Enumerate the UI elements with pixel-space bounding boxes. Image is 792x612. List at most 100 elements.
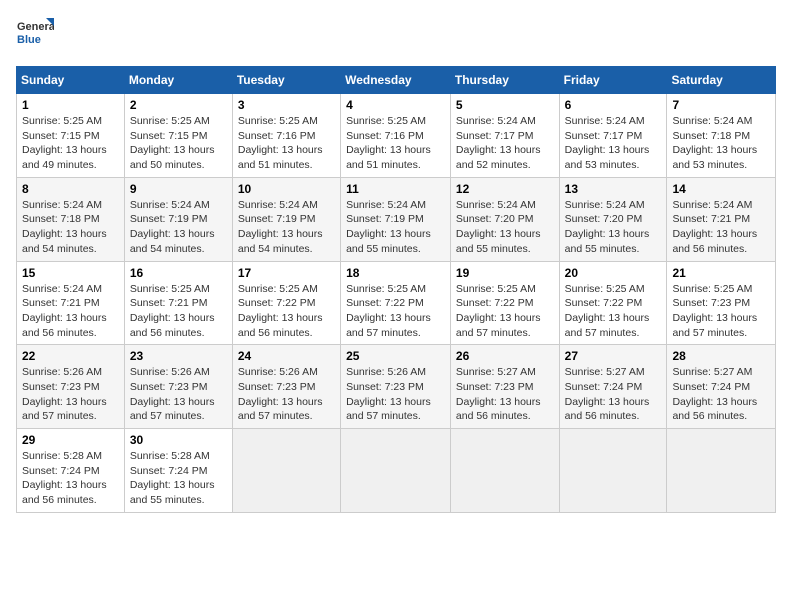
calendar-cell: 17 Sunrise: 5:25 AMSunset: 7:22 PMDayligh…	[232, 261, 340, 345]
day-info: Sunrise: 5:26 AMSunset: 7:23 PMDaylight:…	[22, 365, 119, 424]
calendar-cell: 12Sunrise: 5:24 AMSunset: 7:20 PMDayligh…	[450, 177, 559, 261]
weekday-header-monday: Monday	[124, 67, 232, 94]
calendar-week-row: 15 Sunrise: 5:24 AMSunset: 7:21 PMDayligh…	[17, 261, 776, 345]
day-info: Sunrise: 5:25 AMSunset: 7:16 PMDaylight:…	[238, 114, 335, 173]
day-number: 4	[346, 98, 445, 112]
logo-svg: General Blue	[16, 16, 54, 54]
day-info: Sunrise: 5:27 AMSunset: 7:23 PMDaylight:…	[456, 365, 554, 424]
day-number: 18	[346, 266, 445, 280]
calendar-cell: 16 Sunrise: 5:25 AMSunset: 7:21 PMDayligh…	[124, 261, 232, 345]
day-info: Sunrise: 5:24 AMSunset: 7:19 PMDaylight:…	[238, 198, 335, 257]
calendar-cell: 11 Sunrise: 5:24 AMSunset: 7:19 PMDayligh…	[341, 177, 451, 261]
weekday-header-wednesday: Wednesday	[341, 67, 451, 94]
day-info: Sunrise: 5:24 AMSunset: 7:20 PMDaylight:…	[565, 198, 662, 257]
day-info: Sunrise: 5:27 AMSunset: 7:24 PMDaylight:…	[672, 365, 770, 424]
weekday-header-friday: Friday	[559, 67, 667, 94]
day-info: Sunrise: 5:24 AMSunset: 7:17 PMDaylight:…	[456, 114, 554, 173]
day-number: 30	[130, 433, 227, 447]
day-number: 9	[130, 182, 227, 196]
calendar-cell: 4 Sunrise: 5:25 AMSunset: 7:16 PMDaylight…	[341, 94, 451, 178]
day-info: Sunrise: 5:25 AMSunset: 7:21 PMDaylight:…	[130, 282, 227, 341]
calendar-cell: 9 Sunrise: 5:24 AMSunset: 7:19 PMDaylight…	[124, 177, 232, 261]
calendar-cell: 26Sunrise: 5:27 AMSunset: 7:23 PMDayligh…	[450, 345, 559, 429]
logo: General Blue	[16, 16, 54, 54]
calendar-table: SundayMondayTuesdayWednesdayThursdayFrid…	[16, 66, 776, 513]
day-info: Sunrise: 5:24 AMSunset: 7:21 PMDaylight:…	[672, 198, 770, 257]
day-info: Sunrise: 5:27 AMSunset: 7:24 PMDaylight:…	[565, 365, 662, 424]
calendar-cell: 1 Sunrise: 5:25 AMSunset: 7:15 PMDaylight…	[17, 94, 125, 178]
calendar-cell	[232, 429, 340, 513]
calendar-cell: 10 Sunrise: 5:24 AMSunset: 7:19 PMDayligh…	[232, 177, 340, 261]
day-info: Sunrise: 5:24 AMSunset: 7:18 PMDaylight:…	[672, 114, 770, 173]
day-info: Sunrise: 5:25 AMSunset: 7:15 PMDaylight:…	[130, 114, 227, 173]
calendar-cell: 13 Sunrise: 5:24 AMSunset: 7:20 PMDayligh…	[559, 177, 667, 261]
svg-text:Blue: Blue	[17, 34, 41, 46]
day-info: Sunrise: 5:28 AMSunset: 7:24 PMDaylight:…	[130, 449, 227, 508]
day-number: 12	[456, 182, 554, 196]
weekday-header-tuesday: Tuesday	[232, 67, 340, 94]
svg-text:General: General	[17, 21, 54, 33]
day-number: 13	[565, 182, 662, 196]
day-number: 19	[456, 266, 554, 280]
calendar-week-row: 8 Sunrise: 5:24 AMSunset: 7:18 PMDaylight…	[17, 177, 776, 261]
day-info: Sunrise: 5:26 AMSunset: 7:23 PMDaylight:…	[346, 365, 445, 424]
day-info: Sunrise: 5:25 AMSunset: 7:22 PMDaylight:…	[346, 282, 445, 341]
day-info: Sunrise: 5:25 AMSunset: 7:23 PMDaylight:…	[672, 282, 770, 341]
page-header: General Blue	[16, 16, 776, 54]
day-info: Sunrise: 5:25 AMSunset: 7:22 PMDaylight:…	[238, 282, 335, 341]
calendar-cell: 25Sunrise: 5:26 AMSunset: 7:23 PMDayligh…	[341, 345, 451, 429]
calendar-week-row: 29 Sunrise: 5:28 AMSunset: 7:24 PMDayligh…	[17, 429, 776, 513]
calendar-cell: 21Sunrise: 5:25 AMSunset: 7:23 PMDayligh…	[667, 261, 776, 345]
day-info: Sunrise: 5:26 AMSunset: 7:23 PMDaylight:…	[130, 365, 227, 424]
day-number: 27	[565, 349, 662, 363]
calendar-cell: 20Sunrise: 5:25 AMSunset: 7:22 PMDayligh…	[559, 261, 667, 345]
day-number: 17	[238, 266, 335, 280]
day-number: 1	[22, 98, 119, 112]
day-info: Sunrise: 5:25 AMSunset: 7:16 PMDaylight:…	[346, 114, 445, 173]
calendar-week-row: 1 Sunrise: 5:25 AMSunset: 7:15 PMDaylight…	[17, 94, 776, 178]
day-info: Sunrise: 5:24 AMSunset: 7:19 PMDaylight:…	[130, 198, 227, 257]
calendar-cell: 8 Sunrise: 5:24 AMSunset: 7:18 PMDaylight…	[17, 177, 125, 261]
calendar-body: 1 Sunrise: 5:25 AMSunset: 7:15 PMDaylight…	[17, 94, 776, 513]
day-info: Sunrise: 5:28 AMSunset: 7:24 PMDaylight:…	[22, 449, 119, 508]
calendar-cell	[450, 429, 559, 513]
day-info: Sunrise: 5:24 AMSunset: 7:17 PMDaylight:…	[565, 114, 662, 173]
day-number: 15	[22, 266, 119, 280]
day-number: 23	[130, 349, 227, 363]
day-number: 11	[346, 182, 445, 196]
day-number: 22	[22, 349, 119, 363]
day-info: Sunrise: 5:25 AMSunset: 7:22 PMDaylight:…	[565, 282, 662, 341]
calendar-cell: 30 Sunrise: 5:28 AMSunset: 7:24 PMDayligh…	[124, 429, 232, 513]
day-info: Sunrise: 5:24 AMSunset: 7:18 PMDaylight:…	[22, 198, 119, 257]
calendar-cell: 24Sunrise: 5:26 AMSunset: 7:23 PMDayligh…	[232, 345, 340, 429]
calendar-cell: 23 Sunrise: 5:26 AMSunset: 7:23 PMDayligh…	[124, 345, 232, 429]
day-number: 14	[672, 182, 770, 196]
day-number: 5	[456, 98, 554, 112]
day-info: Sunrise: 5:25 AMSunset: 7:15 PMDaylight:…	[22, 114, 119, 173]
day-info: Sunrise: 5:26 AMSunset: 7:23 PMDaylight:…	[238, 365, 335, 424]
day-number: 29	[22, 433, 119, 447]
calendar-header-row: SundayMondayTuesdayWednesdayThursdayFrid…	[17, 67, 776, 94]
calendar-cell: 27 Sunrise: 5:27 AMSunset: 7:24 PMDayligh…	[559, 345, 667, 429]
calendar-cell: 7 Sunrise: 5:24 AMSunset: 7:18 PMDaylight…	[667, 94, 776, 178]
calendar-cell	[341, 429, 451, 513]
calendar-cell: 3Sunrise: 5:25 AMSunset: 7:16 PMDaylight…	[232, 94, 340, 178]
calendar-cell: 14 Sunrise: 5:24 AMSunset: 7:21 PMDayligh…	[667, 177, 776, 261]
calendar-cell: 2Sunrise: 5:25 AMSunset: 7:15 PMDaylight…	[124, 94, 232, 178]
calendar-cell: 15 Sunrise: 5:24 AMSunset: 7:21 PMDayligh…	[17, 261, 125, 345]
calendar-cell: 5 Sunrise: 5:24 AMSunset: 7:17 PMDaylight…	[450, 94, 559, 178]
calendar-cell	[559, 429, 667, 513]
day-info: Sunrise: 5:25 AMSunset: 7:22 PMDaylight:…	[456, 282, 554, 341]
calendar-cell: 28Sunrise: 5:27 AMSunset: 7:24 PMDayligh…	[667, 345, 776, 429]
day-number: 8	[22, 182, 119, 196]
calendar-cell: 18 Sunrise: 5:25 AMSunset: 7:22 PMDayligh…	[341, 261, 451, 345]
calendar-cell: 19 Sunrise: 5:25 AMSunset: 7:22 PMDayligh…	[450, 261, 559, 345]
day-number: 7	[672, 98, 770, 112]
day-number: 10	[238, 182, 335, 196]
calendar-cell: 6Sunrise: 5:24 AMSunset: 7:17 PMDaylight…	[559, 94, 667, 178]
calendar-cell: 22 Sunrise: 5:26 AMSunset: 7:23 PMDayligh…	[17, 345, 125, 429]
day-info: Sunrise: 5:24 AMSunset: 7:21 PMDaylight:…	[22, 282, 119, 341]
calendar-week-row: 22 Sunrise: 5:26 AMSunset: 7:23 PMDayligh…	[17, 345, 776, 429]
day-number: 16	[130, 266, 227, 280]
day-info: Sunrise: 5:24 AMSunset: 7:19 PMDaylight:…	[346, 198, 445, 257]
